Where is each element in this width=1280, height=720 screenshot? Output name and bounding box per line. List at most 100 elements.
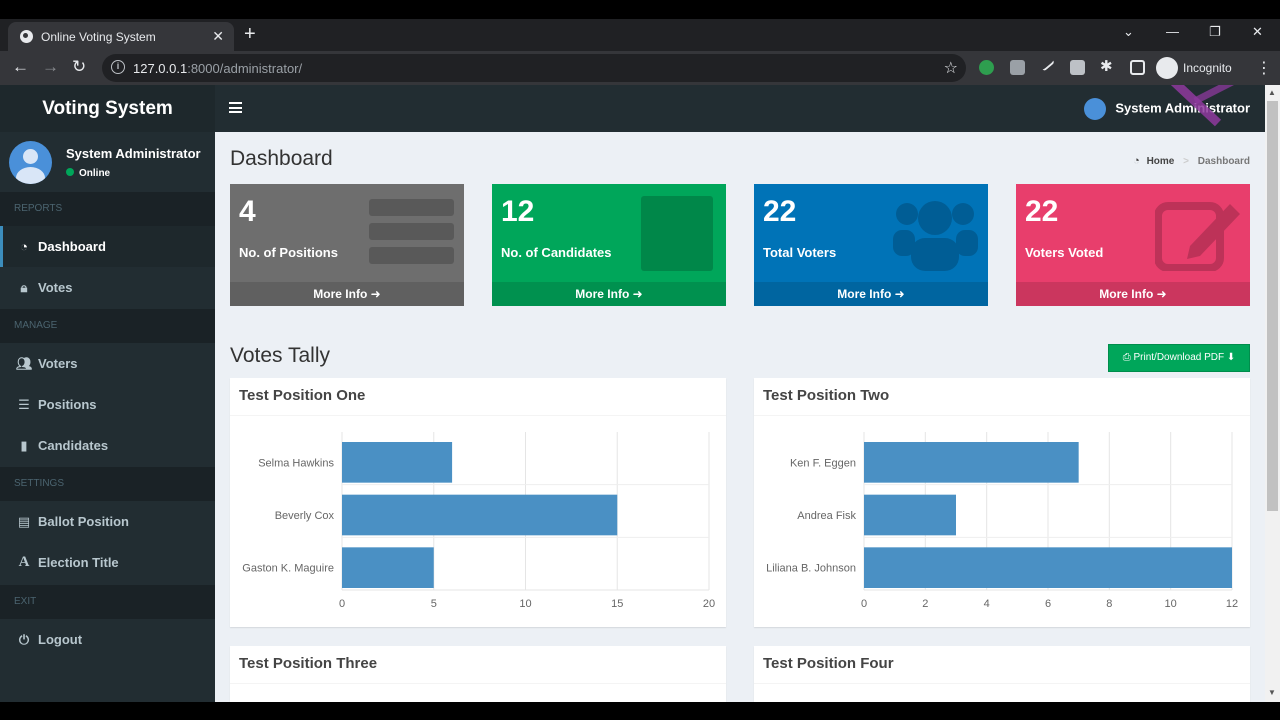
breadcrumb-current: Dashboard xyxy=(1197,156,1250,167)
stat-box-total-voters: 22 Total Voters More Info ➜ xyxy=(754,184,988,306)
sidebar-item-positions[interactable]: ☰ Positions xyxy=(0,384,215,425)
stat-number: 22 xyxy=(763,195,797,228)
sidebar-item-ballot-position[interactable]: ▤ Ballot Position xyxy=(0,501,215,542)
more-info-link[interactable]: More Info ➜ xyxy=(1016,282,1250,306)
breadcrumb: ◔ Home > Dashboard xyxy=(1133,155,1250,167)
x-tick-label: 0 xyxy=(339,598,345,610)
bar xyxy=(342,442,453,483)
sidebar-item-election-title[interactable]: A Election Title xyxy=(0,542,215,583)
sidebar-toggle-icon[interactable] xyxy=(1130,60,1145,75)
scroll-down-arrow-icon[interactable]: ▼ xyxy=(1268,688,1276,697)
page-title: Dashboard xyxy=(230,147,333,170)
user-name: System Administrator xyxy=(66,146,201,161)
back-arrow-icon[interactable]: ← xyxy=(12,57,29,77)
sidebar-item-logout[interactable]: ⏻ Logout xyxy=(0,619,215,660)
x-tick-label: 20 xyxy=(703,598,715,610)
sidebar-item-voters[interactable]: 👥︎ Voters xyxy=(0,343,215,384)
close-window-button[interactable]: ✕ xyxy=(1252,24,1263,40)
forward-arrow-icon[interactable]: → xyxy=(42,57,59,77)
stat-label: Voters Voted xyxy=(1025,245,1104,260)
scroll-up-arrow-icon[interactable]: ▲ xyxy=(1268,88,1276,97)
window-bottom-bar xyxy=(0,702,1280,720)
image-extension-icon[interactable] xyxy=(1070,60,1085,75)
tab-search-icon[interactable]: ⌄ xyxy=(1123,24,1134,40)
x-tick-label: 0 xyxy=(861,598,867,610)
more-info-link[interactable]: More Info ➜ xyxy=(230,282,464,306)
sidebar-item-label: Positions xyxy=(38,397,97,412)
sidebar-item-label: Votes xyxy=(38,280,73,295)
edit-icon xyxy=(1155,202,1240,271)
sidebar-item-label: Ballot Position xyxy=(38,514,129,529)
globe-icon xyxy=(20,30,33,43)
black-tie-icon: ▮ xyxy=(20,438,28,453)
print-icon: ⎙ xyxy=(1122,352,1131,363)
power-icon: ⏻ xyxy=(18,632,30,647)
reload-icon[interactable]: ↻ xyxy=(72,57,86,77)
font-icon: A xyxy=(18,554,30,570)
new-tab-button[interactable]: + xyxy=(244,24,256,44)
camera-icon[interactable] xyxy=(1010,60,1025,75)
web-page: Voting System System Administrator Onlin… xyxy=(0,85,1265,702)
url-field[interactable]: i 127.0.0.1:8000/administrator/ ☆ xyxy=(102,54,966,82)
stat-box-candidates: 12 No. of Candidates More Info ➜ xyxy=(492,184,726,306)
pen-icon[interactable] xyxy=(1039,56,1055,72)
user-panel: System Administrator Online xyxy=(0,132,215,192)
bar xyxy=(864,547,1232,588)
extension-icon[interactable] xyxy=(979,60,994,75)
incognito-profile[interactable]: Incognito xyxy=(1156,57,1248,79)
stat-number: 22 xyxy=(1025,195,1059,228)
arrow-circle-right-icon: ➜ xyxy=(894,287,905,301)
watermark-logo xyxy=(1170,85,1234,127)
breadcrumb-home[interactable]: Home xyxy=(1147,156,1175,167)
avatar xyxy=(1084,98,1107,120)
x-tick-label: 10 xyxy=(1165,598,1177,610)
more-info-link[interactable]: More Info ➜ xyxy=(492,282,726,306)
incognito-label: Incognito xyxy=(1183,61,1232,75)
menu-header-manage: MANAGE xyxy=(0,309,215,343)
close-tab-icon[interactable]: ✕ xyxy=(212,28,224,45)
menu-header-reports: REPORTS xyxy=(0,192,215,226)
bar xyxy=(342,494,618,536)
stat-box-voters-voted: 22 Voters Voted More Info ➜ xyxy=(1016,184,1250,306)
sidebar-item-votes[interactable]: 🔒︎ Votes xyxy=(0,267,215,308)
bookmark-star-icon[interactable]: ☆ xyxy=(944,58,958,78)
x-tick-label: 15 xyxy=(611,598,623,610)
scrollbar-thumb[interactable] xyxy=(1267,101,1278,511)
url-text: 127.0.0.1:8000/administrator/ xyxy=(133,61,303,76)
page-scrollbar[interactable]: ▲ ▼ xyxy=(1265,85,1280,702)
site-info-icon[interactable]: i xyxy=(111,60,125,74)
user-status: Online xyxy=(66,168,110,179)
tab-title: Online Voting System xyxy=(41,30,156,44)
top-navbar: System Administrator xyxy=(215,85,1265,132)
chart-box-position-one: Test Position One 0 5 10 15 20 Selma Hawkins B… xyxy=(230,378,726,627)
sidebar-item-candidates[interactable]: ▮ Candidates xyxy=(0,425,215,466)
puzzle-icon[interactable]: ✱ xyxy=(1100,57,1115,75)
minimize-button[interactable]: — xyxy=(1166,24,1179,39)
browser-menu-icon[interactable]: ⋮ xyxy=(1256,58,1272,78)
browser-tab[interactable]: Online Voting System ✕ xyxy=(8,22,234,51)
print-pdf-button[interactable]: ⎙ Print/Download PDF ⬇ xyxy=(1108,344,1250,372)
download-icon: ⬇ xyxy=(1226,352,1236,363)
chart-box-position-two: Test Position Two 0 2 4 6 8 10 12 Ken F. Eggen A… xyxy=(754,378,1250,627)
arrow-circle-right-icon: ➜ xyxy=(632,287,643,301)
x-tick-label: 4 xyxy=(984,598,990,610)
incognito-icon xyxy=(1156,57,1178,79)
tasks-icon xyxy=(369,199,454,264)
stat-label: No. of Positions xyxy=(239,245,338,260)
stat-label: No. of Candidates xyxy=(501,245,612,260)
y-category-label: Beverly Cox xyxy=(275,510,335,522)
hamburger-menu-icon[interactable] xyxy=(229,102,242,113)
window-top-bar xyxy=(0,0,1280,19)
x-tick-label: 10 xyxy=(519,598,531,610)
more-info-link[interactable]: More Info ➜ xyxy=(754,282,988,306)
stat-number: 4 xyxy=(239,195,256,228)
sidebar-item-dashboard[interactable]: ◔ Dashboard xyxy=(0,226,215,267)
users-icon xyxy=(893,201,978,271)
arrow-circle-right-icon: ➜ xyxy=(370,287,381,301)
x-tick-label: 5 xyxy=(431,598,437,610)
sidebar-item-label: Logout xyxy=(38,632,83,647)
y-category-label: Gaston K. Maguire xyxy=(242,563,334,575)
restore-button[interactable]: ❐ xyxy=(1209,24,1221,40)
y-category-label: Ken F. Eggen xyxy=(790,457,856,469)
brand-logo[interactable]: Voting System xyxy=(0,85,215,132)
